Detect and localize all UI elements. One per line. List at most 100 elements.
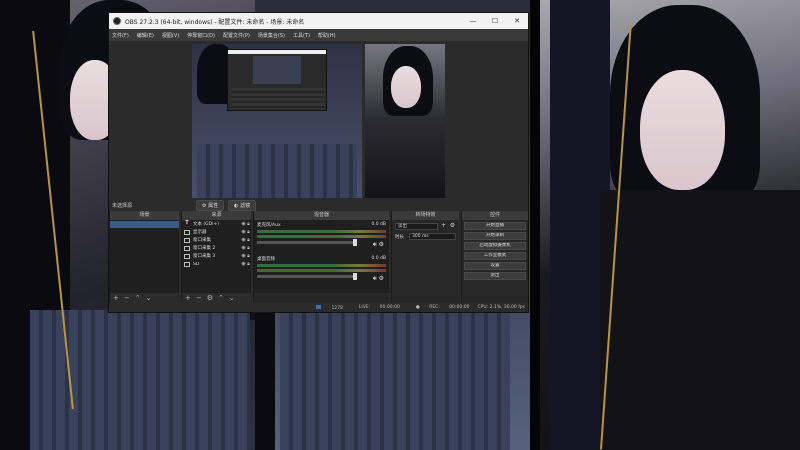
- display-capture-icon: [184, 229, 190, 235]
- start-streaming-button[interactable]: 开始直播: [464, 222, 526, 230]
- sources-dock-title: 来源: [182, 211, 251, 220]
- mixer-channel-mic: 桌面音频 0.0 dB 🔊︎ ⚙: [254, 254, 389, 288]
- source-item[interactable]: 显示器 ◉ 🔒︎: [182, 228, 251, 236]
- source-item[interactable]: SD ◉ 🔒︎: [182, 260, 251, 268]
- source-item[interactable]: 窗口采集 3 ◉ 🔒︎: [182, 252, 251, 260]
- lock-icon[interactable]: 🔒︎: [246, 237, 251, 243]
- menu-tools[interactable]: 工具(T): [293, 32, 310, 39]
- move-down-button[interactable]: ⌄: [146, 294, 152, 302]
- properties-button[interactable]: ⚙ 属性: [196, 199, 225, 211]
- obs-window[interactable]: OBS 27.2.3 (64-bit, windows) - 配置文件: 未命名…: [108, 12, 529, 313]
- menu-file[interactable]: 文件(F): [112, 32, 129, 39]
- source-item[interactable]: T 文本 (GDI+) ◉ 🔒︎: [182, 220, 251, 228]
- close-button[interactable]: ✕: [506, 13, 528, 29]
- mixer-dock-title: 混音器: [254, 211, 389, 220]
- duration-row: 时长 300 ms: [395, 233, 456, 240]
- volume-slider-knob[interactable]: [353, 239, 357, 246]
- veil-shape: [255, 300, 275, 450]
- rec-label: REC:: [429, 305, 440, 310]
- lock-icon[interactable]: 🔒︎: [246, 261, 251, 267]
- sources-dock: 来源 T 文本 (GDI+) ◉ 🔒︎ 显示器 ◉ 🔒︎ 窗口采集 ◉ 🔒︎ 窗…: [181, 211, 251, 303]
- maximize-button[interactable]: ☐: [484, 13, 506, 29]
- move-up-button[interactable]: ⌃: [135, 294, 141, 302]
- filter-icon: ◐: [234, 202, 239, 209]
- source-item[interactable]: 窗口采集 2 ◉ 🔒︎: [182, 244, 251, 252]
- live-time: 00:00:00: [379, 305, 400, 310]
- volume-meter: [257, 235, 386, 238]
- title-bar[interactable]: OBS 27.2.3 (64-bit, windows) - 配置文件: 未命名…: [109, 13, 528, 29]
- filters-button[interactable]: ◐ 滤镜: [228, 199, 257, 211]
- add-source-button[interactable]: +: [185, 294, 191, 302]
- channel-db: 0.0 dB: [371, 222, 386, 227]
- record-dot-icon: ●: [415, 305, 420, 310]
- background-photo-right: [540, 0, 800, 450]
- source-item[interactable]: 窗口采集 ◉ 🔒︎: [182, 236, 251, 244]
- mixer-channel-desktop: 麦克风/Aux 0.0 dB 🔊︎ ⚙: [254, 220, 389, 254]
- controls-dock-title: 控件: [462, 211, 528, 220]
- channel-controls: 🔊︎ ⚙: [257, 239, 386, 249]
- transition-type-select[interactable]: 淡出: [395, 223, 438, 230]
- window-capture-icon: [184, 253, 190, 259]
- live-status: 1278: [308, 304, 343, 311]
- mixer-channels: 麦克风/Aux 0.0 dB 🔊︎ ⚙ 桌面音频 0.0 dB 🔊︎ ⚙: [254, 220, 389, 293]
- remove-source-button[interactable]: −: [196, 294, 202, 302]
- gear-icon[interactable]: ⚙: [207, 294, 213, 302]
- gear-icon[interactable]: ⚙: [449, 223, 456, 230]
- rec-timer: ● REC: 00:00:00: [408, 305, 470, 310]
- add-scene-button[interactable]: +: [113, 294, 119, 302]
- preview-canvas[interactable]: [109, 41, 528, 199]
- lock-icon[interactable]: 🔒︎: [246, 221, 251, 227]
- scenes-dock-title: 场景: [110, 211, 179, 220]
- volume-meter: [257, 269, 386, 272]
- lock-icon[interactable]: 🔒︎: [246, 253, 251, 259]
- nested-preview: [253, 56, 301, 84]
- lock-icon[interactable]: 🔒︎: [246, 229, 251, 235]
- nested-docks: [231, 88, 325, 110]
- remove-scene-button[interactable]: −: [124, 294, 130, 302]
- menu-view[interactable]: 视图(V): [162, 32, 179, 39]
- volume-slider[interactable]: [257, 273, 357, 280]
- filters-label: 滤镜: [240, 202, 251, 209]
- exit-button[interactable]: 退出: [464, 272, 526, 280]
- menu-docks[interactable]: 停靠窗口(D): [187, 32, 215, 39]
- start-recording-button[interactable]: 开始录制: [464, 232, 526, 240]
- channel-name: 麦克风/Aux: [257, 223, 281, 228]
- scene-item-selected[interactable]: [110, 221, 179, 228]
- menu-scene-collection[interactable]: 场景集合(S): [258, 32, 285, 39]
- duration-input[interactable]: 300 ms: [409, 233, 456, 240]
- dress-shape: [197, 144, 357, 198]
- sources-list[interactable]: T 文本 (GDI+) ◉ 🔒︎ 显示器 ◉ 🔒︎ 窗口采集 ◉ 🔒︎ 窗口采集…: [182, 220, 251, 293]
- move-down-button[interactable]: ⌄: [229, 294, 235, 302]
- menu-profile[interactable]: 配置文件(P): [223, 32, 250, 39]
- minimize-button[interactable]: —: [462, 13, 484, 29]
- volume-slider[interactable]: [257, 239, 357, 246]
- status-bar: 1278 LIVE: 00:00:00 ● REC: 00:00:00 CPU:…: [109, 303, 528, 312]
- obs-logo-icon: [113, 17, 121, 25]
- volume-meter: [257, 230, 386, 233]
- audio-mixer-dock: 混音器 麦克风/Aux 0.0 dB 🔊︎ ⚙ 桌面音频 0.0 dB 🔊︎ ⚙: [253, 211, 389, 303]
- volume-slider-knob[interactable]: [353, 273, 357, 280]
- add-transition-button[interactable]: +: [440, 223, 447, 230]
- scenes-dock: 场景 + − ⌃ ⌄: [109, 211, 179, 303]
- source-name: 窗口采集: [193, 238, 211, 243]
- menu-help[interactable]: 帮助(H): [318, 32, 336, 39]
- source-name: SD: [193, 261, 200, 267]
- scenes-list[interactable]: [110, 220, 179, 293]
- lock-icon[interactable]: 🔒︎: [246, 245, 251, 251]
- duration-label: 时长: [395, 234, 404, 240]
- nested-titlebar: [228, 50, 326, 54]
- studio-mode-button[interactable]: 工作室模式: [464, 252, 526, 260]
- mixer-footer: [254, 293, 389, 303]
- speaker-icon[interactable]: 🔊︎ ⚙: [373, 275, 384, 283]
- settings-button[interactable]: 设置: [464, 262, 526, 270]
- transitions-body: 淡出 + ⚙ 时长 300 ms: [392, 220, 459, 303]
- menu-edit[interactable]: 编辑(E): [137, 32, 154, 39]
- channel-name: 桌面音频: [257, 257, 275, 262]
- live-label: LIVE:: [358, 305, 371, 310]
- start-virtual-camera-button[interactable]: 启动虚拟摄像机: [464, 242, 526, 250]
- move-up-button[interactable]: ⌃: [218, 294, 224, 302]
- properties-label: 属性: [208, 202, 219, 209]
- nested-obs-capture: [227, 49, 327, 111]
- speaker-icon[interactable]: 🔊︎ ⚙: [373, 241, 384, 249]
- channel-db: 0.0 dB: [371, 256, 386, 261]
